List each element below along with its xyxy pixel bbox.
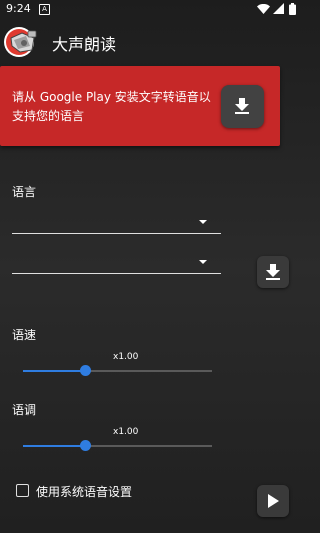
pitch-slider-thumb[interactable] [80,440,92,451]
install-tts-banner: 请从 Google Play 安装文字转语音以支持您的语言 [0,66,280,146]
status-time: 9:24 [6,2,31,15]
app-title: 大声朗读 [52,35,117,54]
speed-label: 语速 [12,328,37,342]
play-button[interactable] [257,485,289,517]
wifi-icon [257,4,270,14]
banner-download-button[interactable] [221,85,264,128]
status-bar: 9:24 A [0,0,300,20]
speed-slider-thumb[interactable] [80,365,92,376]
pitch-slider[interactable] [23,438,212,454]
pitch-label: 语调 [12,403,37,417]
system-settings-label: 使用系统语音设置 [36,485,133,499]
system-settings-checkbox[interactable] [16,484,29,497]
download-icon [266,264,280,280]
signal-icon [273,3,284,14]
notification-a-icon: A [39,4,50,15]
megaphone-logo-icon [4,27,37,57]
voice-dropdown[interactable] [12,247,221,274]
play-icon [268,494,279,508]
chevron-down-icon [199,260,207,264]
banner-text: 请从 Google Play 安装文字转语音以支持您的语言 [12,90,211,123]
speed-slider[interactable] [23,363,212,379]
speed-slider-fill [23,370,86,372]
speed-value: x1.00 [113,352,139,362]
language-label: 语言 [12,185,37,199]
battery-icon [289,3,296,15]
download-icon [235,98,249,114]
voice-download-button[interactable] [257,256,289,288]
pitch-slider-fill [23,445,86,447]
chevron-down-icon [199,220,207,224]
language-dropdown[interactable] [12,207,221,234]
pitch-value: x1.00 [113,427,139,437]
